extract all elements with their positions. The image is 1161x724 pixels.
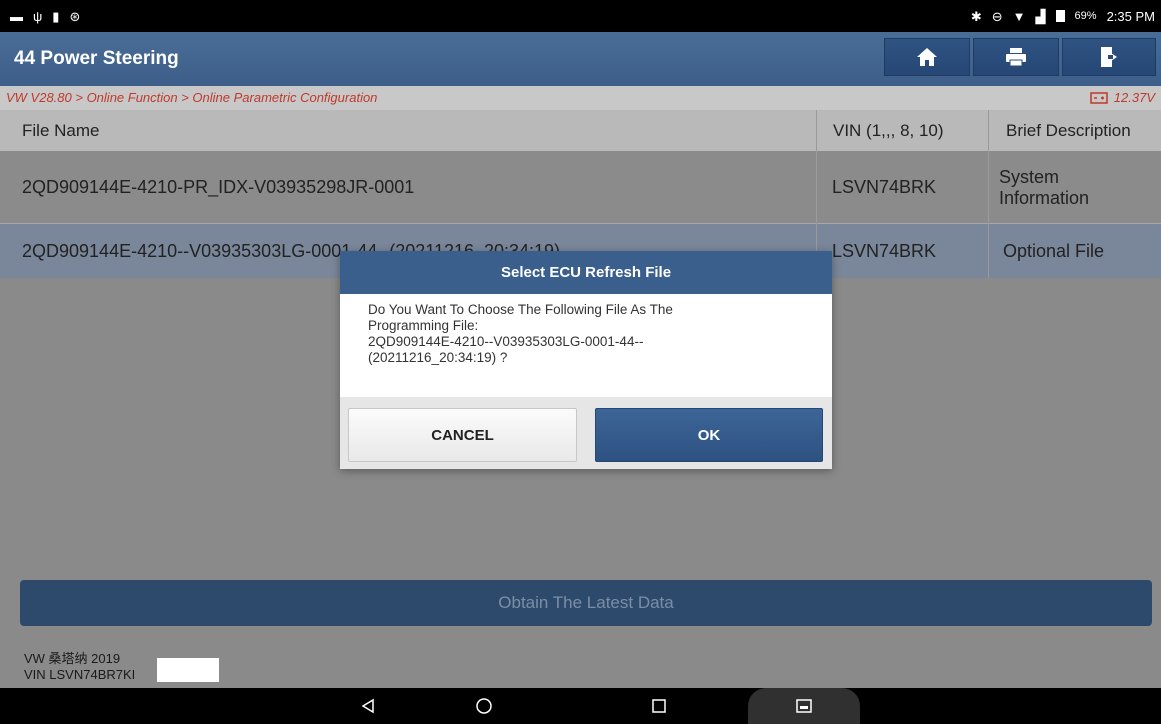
dialog-message: Do You Want To Choose The Following File… xyxy=(368,302,788,366)
description-cell: System Information xyxy=(999,167,1089,209)
dialog-message-line: Programming File: xyxy=(368,318,479,333)
vin-cell: LSVN74BRK xyxy=(832,177,937,197)
battery-icon xyxy=(1055,10,1065,22)
ok-button[interactable]: OK xyxy=(595,408,823,462)
dialog-message-line: (20211216_20:34:19) ? xyxy=(368,350,508,365)
breadcrumb-path: VW V28.80 > Online Function > Online Par… xyxy=(6,90,378,105)
column-divider xyxy=(988,110,989,278)
redaction-box xyxy=(157,658,219,682)
navigation-bar xyxy=(0,688,1161,724)
clock: 2:35 PM xyxy=(1106,8,1155,24)
print-button[interactable] xyxy=(973,38,1059,76)
status-bar: ▬ ψ ▮ ⊛ ✱ ⊖ ▼ ▟ 69% 2:35 PM xyxy=(0,0,1161,32)
exit-icon xyxy=(1101,47,1117,67)
wifi-icon: ▼ xyxy=(1012,8,1026,24)
battery-voltage-icon xyxy=(1090,92,1108,104)
column-header-brief-description: Brief Description xyxy=(1006,121,1131,140)
battery-percent: 69% xyxy=(1074,10,1097,22)
home-button[interactable] xyxy=(884,38,970,76)
file-name-cell: 2QD909144E-4210-PR_IDX-V03935298JR-0001 xyxy=(22,177,415,197)
dialog-message-line: Do You Want To Choose The Following File… xyxy=(368,302,673,317)
voltage-indicator: 12.37V xyxy=(1090,90,1155,105)
vin-cell: LSVN74BRK xyxy=(832,241,937,261)
obtain-latest-data-button[interactable]: Obtain The Latest Data xyxy=(20,580,1152,626)
dialog-title: Select ECU Refresh File xyxy=(340,251,832,294)
image-icon xyxy=(796,699,812,713)
voltage-value: 12.37V xyxy=(1113,90,1155,105)
vehicle-model: VW 桑塔纳 2019 xyxy=(24,651,121,666)
sd-card-icon: ▮ xyxy=(52,8,60,24)
column-header-file-name: File Name xyxy=(22,121,100,140)
description-cell: Optional File xyxy=(1003,241,1105,261)
print-icon xyxy=(1006,48,1026,67)
exit-button[interactable] xyxy=(1062,38,1156,76)
breadcrumb: VW V28.80 > Online Function > Online Par… xyxy=(0,86,1161,110)
home-nav-button[interactable] xyxy=(468,688,500,724)
column-header-vin: VIN (1,,, 8, 10) xyxy=(833,121,944,140)
bluetooth-icon: ✱ xyxy=(970,8,982,24)
recents-button[interactable] xyxy=(643,688,675,724)
usb-icon: ψ xyxy=(33,8,43,24)
dialog-message-line: 2QD909144E-4210--V03935303LG-0001-44-- xyxy=(368,334,644,349)
screenshot-icon: ▬ xyxy=(10,8,23,24)
home-circle-icon xyxy=(476,698,492,714)
screenshot-shortcut-icon-wrap xyxy=(788,688,820,724)
page-title: 44 Power Steering xyxy=(14,48,179,69)
dialog-actions: CANCEL OK xyxy=(340,397,832,469)
app-icon: ⊛ xyxy=(69,8,81,24)
select-ecu-refresh-dialog: Select ECU Refresh File Do You Want To C… xyxy=(340,251,832,469)
dnd-icon: ⊖ xyxy=(991,8,1003,24)
back-button[interactable] xyxy=(352,688,384,724)
signal-icon: ▟ xyxy=(1035,8,1046,24)
vehicle-vin: VIN LSVN74BR7KI xyxy=(24,667,136,682)
back-icon xyxy=(361,698,374,714)
description-line: Information xyxy=(999,188,1090,208)
title-bar: 44 Power Steering xyxy=(0,32,1161,86)
description-line: System xyxy=(999,167,1060,187)
home-icon xyxy=(917,48,937,66)
recents-icon xyxy=(652,699,666,713)
table-row[interactable]: 2QD909144E-4210-PR_IDX-V03935298JR-0001 … xyxy=(0,151,1161,224)
table-header: File Name VIN (1,,, 8, 10) Brief Descrip… xyxy=(0,110,1161,151)
cancel-button[interactable]: CANCEL xyxy=(348,408,577,462)
